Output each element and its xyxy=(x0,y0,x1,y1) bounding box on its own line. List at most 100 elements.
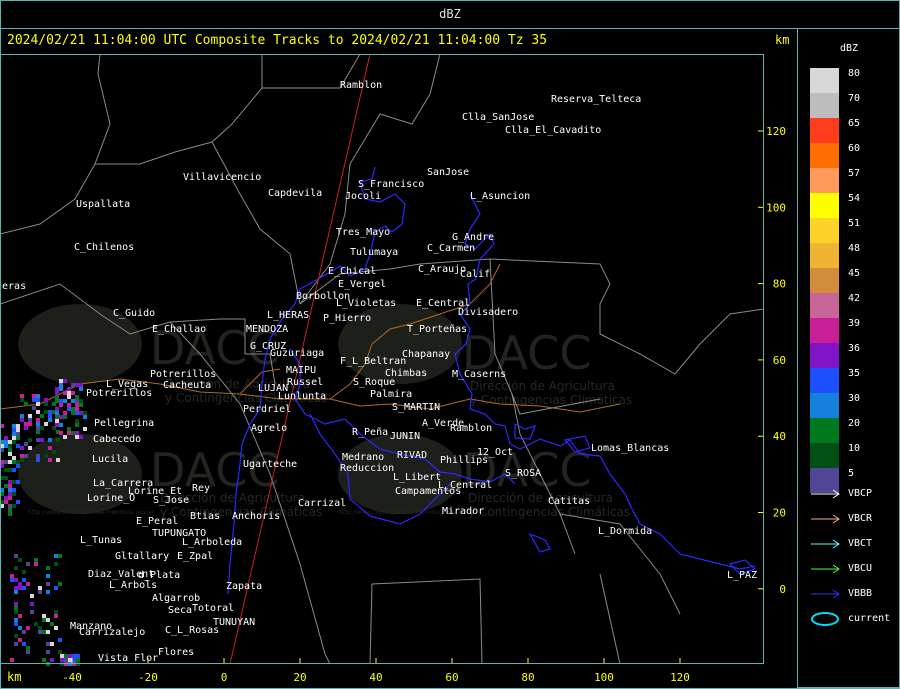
echo-pixel xyxy=(4,444,8,448)
colorscale-label: 42 xyxy=(848,293,861,304)
echo-pixel xyxy=(34,558,38,562)
echo-pixel xyxy=(32,394,36,398)
echo-pixel xyxy=(8,512,12,516)
place-label: MENDOZA xyxy=(246,324,288,335)
echo-pixel xyxy=(8,444,12,448)
echo-pixel xyxy=(59,431,63,435)
echo-pixel xyxy=(12,468,16,472)
colorscale-swatch xyxy=(810,443,839,468)
place-label: C_L_Rosas xyxy=(165,625,219,636)
echo-pixel xyxy=(55,411,59,415)
place-label: Gltallary xyxy=(115,551,169,562)
place-label: Medrano xyxy=(342,452,384,463)
echo-pixel xyxy=(16,480,20,484)
colorscale-swatch xyxy=(810,393,839,418)
echo-pixel xyxy=(14,586,18,590)
echo-pixel xyxy=(10,658,14,662)
track-arrow-icon xyxy=(811,589,840,599)
echo-pixel xyxy=(75,431,79,435)
x-tick-label: 100 xyxy=(594,671,614,684)
echo-pixel xyxy=(18,626,22,630)
echo-pixel xyxy=(46,582,50,586)
echo-pixel xyxy=(12,424,16,428)
echo-pixel xyxy=(79,435,83,439)
echo-pixel xyxy=(44,398,48,402)
echo-pixel xyxy=(36,402,40,406)
echo-pixel xyxy=(20,446,24,450)
radar-map[interactable]: DACC Dirección de Agricultura y Continge… xyxy=(0,54,797,687)
echo-pixel xyxy=(83,411,87,415)
echo-pixel xyxy=(32,406,36,410)
echo-pixel xyxy=(50,658,54,662)
km-unit-label-bottom: km xyxy=(7,670,22,684)
place-label: RIVAD xyxy=(397,450,427,461)
echo-pixel xyxy=(18,614,22,618)
echo-pixel xyxy=(75,407,79,411)
echo-pixel xyxy=(63,435,67,439)
echo-pixel xyxy=(14,606,18,610)
echo-pixel xyxy=(8,504,12,508)
place-label: Pellegrina xyxy=(94,418,154,429)
colorscale-label: 51 xyxy=(848,218,861,229)
place-label: deras xyxy=(0,281,26,292)
place-label: Ramblon xyxy=(340,80,382,91)
echo-pixel xyxy=(59,387,63,391)
place-label: Calif xyxy=(460,269,490,280)
place-label: Catitas xyxy=(548,496,590,507)
echo-pixel xyxy=(83,427,87,431)
colorscale-title: dBZ xyxy=(840,43,859,54)
echo-pixel xyxy=(12,440,16,444)
x-tick-label: 120 xyxy=(670,671,690,684)
echo-pixel xyxy=(10,574,14,578)
echo-pixel xyxy=(26,562,30,566)
place-label: L_HERAS xyxy=(267,310,309,321)
echo-pixel xyxy=(68,658,72,662)
echo-pixel xyxy=(68,654,72,658)
echo-pixel xyxy=(48,438,52,442)
echo-pixel xyxy=(24,442,28,446)
place-label: Flores xyxy=(158,647,194,658)
x-tick-label: 60 xyxy=(445,671,458,684)
echo-pixel xyxy=(59,399,63,403)
echo-pixel xyxy=(46,642,50,646)
echo-pixel xyxy=(12,432,16,436)
echo-pixel xyxy=(24,422,28,426)
echo-pixel xyxy=(71,407,75,411)
current-ellipse-icon xyxy=(811,612,839,626)
place-label: L_Libert xyxy=(393,472,441,483)
place-label: L_PAZ xyxy=(727,570,757,581)
echo-pixel xyxy=(79,383,83,387)
echo-pixel xyxy=(14,590,18,594)
echo-pixel xyxy=(75,411,79,415)
echo-pixel xyxy=(52,450,56,454)
echo-pixel xyxy=(83,415,87,419)
echo-pixel xyxy=(24,454,28,458)
x-tick-label: 80 xyxy=(521,671,534,684)
place-label: Reserva_Telteca xyxy=(551,94,641,105)
echo-pixel xyxy=(32,398,36,402)
echo-pixel xyxy=(8,452,12,456)
km-unit-label-right: km xyxy=(775,33,790,47)
echo-pixel xyxy=(67,391,71,395)
echo-pixel xyxy=(44,410,48,414)
place-label: Agrelo xyxy=(251,423,287,434)
echo-pixel xyxy=(26,650,30,654)
echo-pixel xyxy=(20,414,24,418)
echo-pixel xyxy=(36,394,40,398)
colorscale-label: 54 xyxy=(848,193,861,204)
place-label: Reduccion xyxy=(340,463,394,474)
place-label: Villavicencio xyxy=(183,172,261,183)
colorscale-swatch xyxy=(810,168,839,193)
echo-pixel xyxy=(50,642,54,646)
place-label: Ugarteche xyxy=(243,459,297,470)
echo-pixel xyxy=(20,394,24,398)
watermark-url: http://www.contingencias.mendoza.gov.ar xyxy=(28,509,155,516)
echo-pixel xyxy=(14,578,18,582)
place-label: Mirador xyxy=(442,506,484,517)
place-label: E_Chical xyxy=(328,266,376,277)
place-label: Uspallata xyxy=(76,199,130,210)
echo-pixel xyxy=(42,618,46,622)
echo-pixel xyxy=(46,618,50,622)
colorscale-label: 10 xyxy=(848,443,861,454)
echo-pixel xyxy=(44,422,48,426)
